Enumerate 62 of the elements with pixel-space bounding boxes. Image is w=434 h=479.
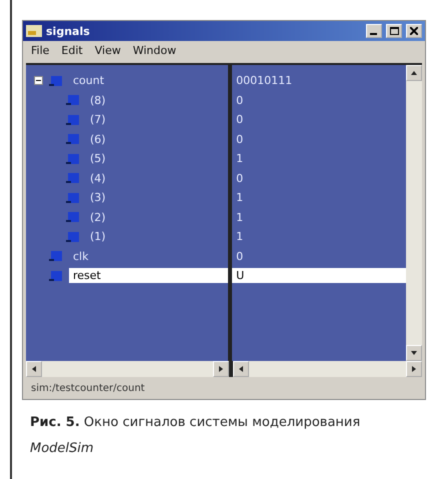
scroll-right-button[interactable] <box>406 361 422 377</box>
signal-name[interactable]: (6) <box>86 132 110 147</box>
maximize-icon <box>390 27 398 35</box>
signal-icon <box>66 172 80 184</box>
menu-item[interactable]: Edit <box>61 44 83 60</box>
vertical-scrollbar[interactable] <box>406 65 422 361</box>
signal-name[interactable]: (3) <box>86 190 110 206</box>
horizontal-scrollbar[interactable] <box>232 361 422 377</box>
minimize-button[interactable] <box>366 24 382 38</box>
status-text: sim:/testcounter/count <box>31 382 145 394</box>
scroll-down-button[interactable] <box>406 345 422 361</box>
signal-icon <box>66 230 80 243</box>
signal-value: 00010111 <box>235 73 294 88</box>
triangle-icon <box>238 366 244 372</box>
triangle-icon <box>218 366 224 372</box>
triangle-icon <box>411 70 417 76</box>
signal-icon <box>49 74 63 87</box>
triangle-icon <box>31 366 37 372</box>
signal-name[interactable]: (2) <box>86 210 110 225</box>
app-icon <box>26 25 42 37</box>
signal-icon <box>66 94 80 106</box>
scroll-left-button[interactable] <box>26 361 42 377</box>
close-icon <box>410 27 418 35</box>
signal-icon <box>66 133 80 146</box>
signal-icon <box>66 192 80 204</box>
horizontal-scrollbar[interactable] <box>26 361 233 377</box>
signal-value: 0 <box>235 112 244 128</box>
signal-icon <box>66 152 80 165</box>
collapse-icon[interactable] <box>34 76 43 86</box>
scroll-right-button[interactable] <box>212 361 229 377</box>
signal-value: 1 <box>235 210 244 225</box>
menu-item[interactable]: Window <box>132 44 176 60</box>
triangle-icon <box>411 350 417 356</box>
signal-name[interactable]: (4) <box>86 170 110 186</box>
signal-name[interactable]: reset <box>69 268 228 284</box>
signal-value: 0 <box>235 132 244 147</box>
signal-icon <box>66 114 80 126</box>
maximize-button[interactable] <box>386 24 402 38</box>
signal-icon <box>49 270 63 282</box>
signal-name[interactable]: clk <box>69 248 92 264</box>
signal-name[interactable]: (7) <box>86 112 110 128</box>
signal-name[interactable]: (8) <box>86 92 110 108</box>
window-title: signals <box>46 24 91 38</box>
scroll-left-button[interactable] <box>232 361 249 377</box>
menu-item[interactable]: View <box>94 44 121 60</box>
signal-value: U <box>232 268 406 284</box>
triangle-icon <box>411 366 417 372</box>
signal-icon <box>49 250 63 262</box>
signal-value: 0 <box>235 92 244 108</box>
signal-icon <box>66 211 80 224</box>
signal-value: 0 <box>235 248 244 264</box>
signal-value: 1 <box>235 229 244 244</box>
scroll-up-button[interactable] <box>406 65 422 81</box>
signal-name[interactable]: (1) <box>86 229 110 244</box>
signal-name[interactable]: (5) <box>86 151 110 166</box>
signal-value: 0 <box>235 170 244 186</box>
signal-value: 1 <box>235 151 244 166</box>
close-button[interactable] <box>406 24 422 38</box>
figure-caption: Рис. 5. Окно сигналов системы моделирования ModelSim <box>30 414 362 458</box>
menu-item[interactable]: File <box>31 44 50 60</box>
signal-name[interactable]: count <box>69 73 108 88</box>
signal-value: 1 <box>235 190 244 206</box>
